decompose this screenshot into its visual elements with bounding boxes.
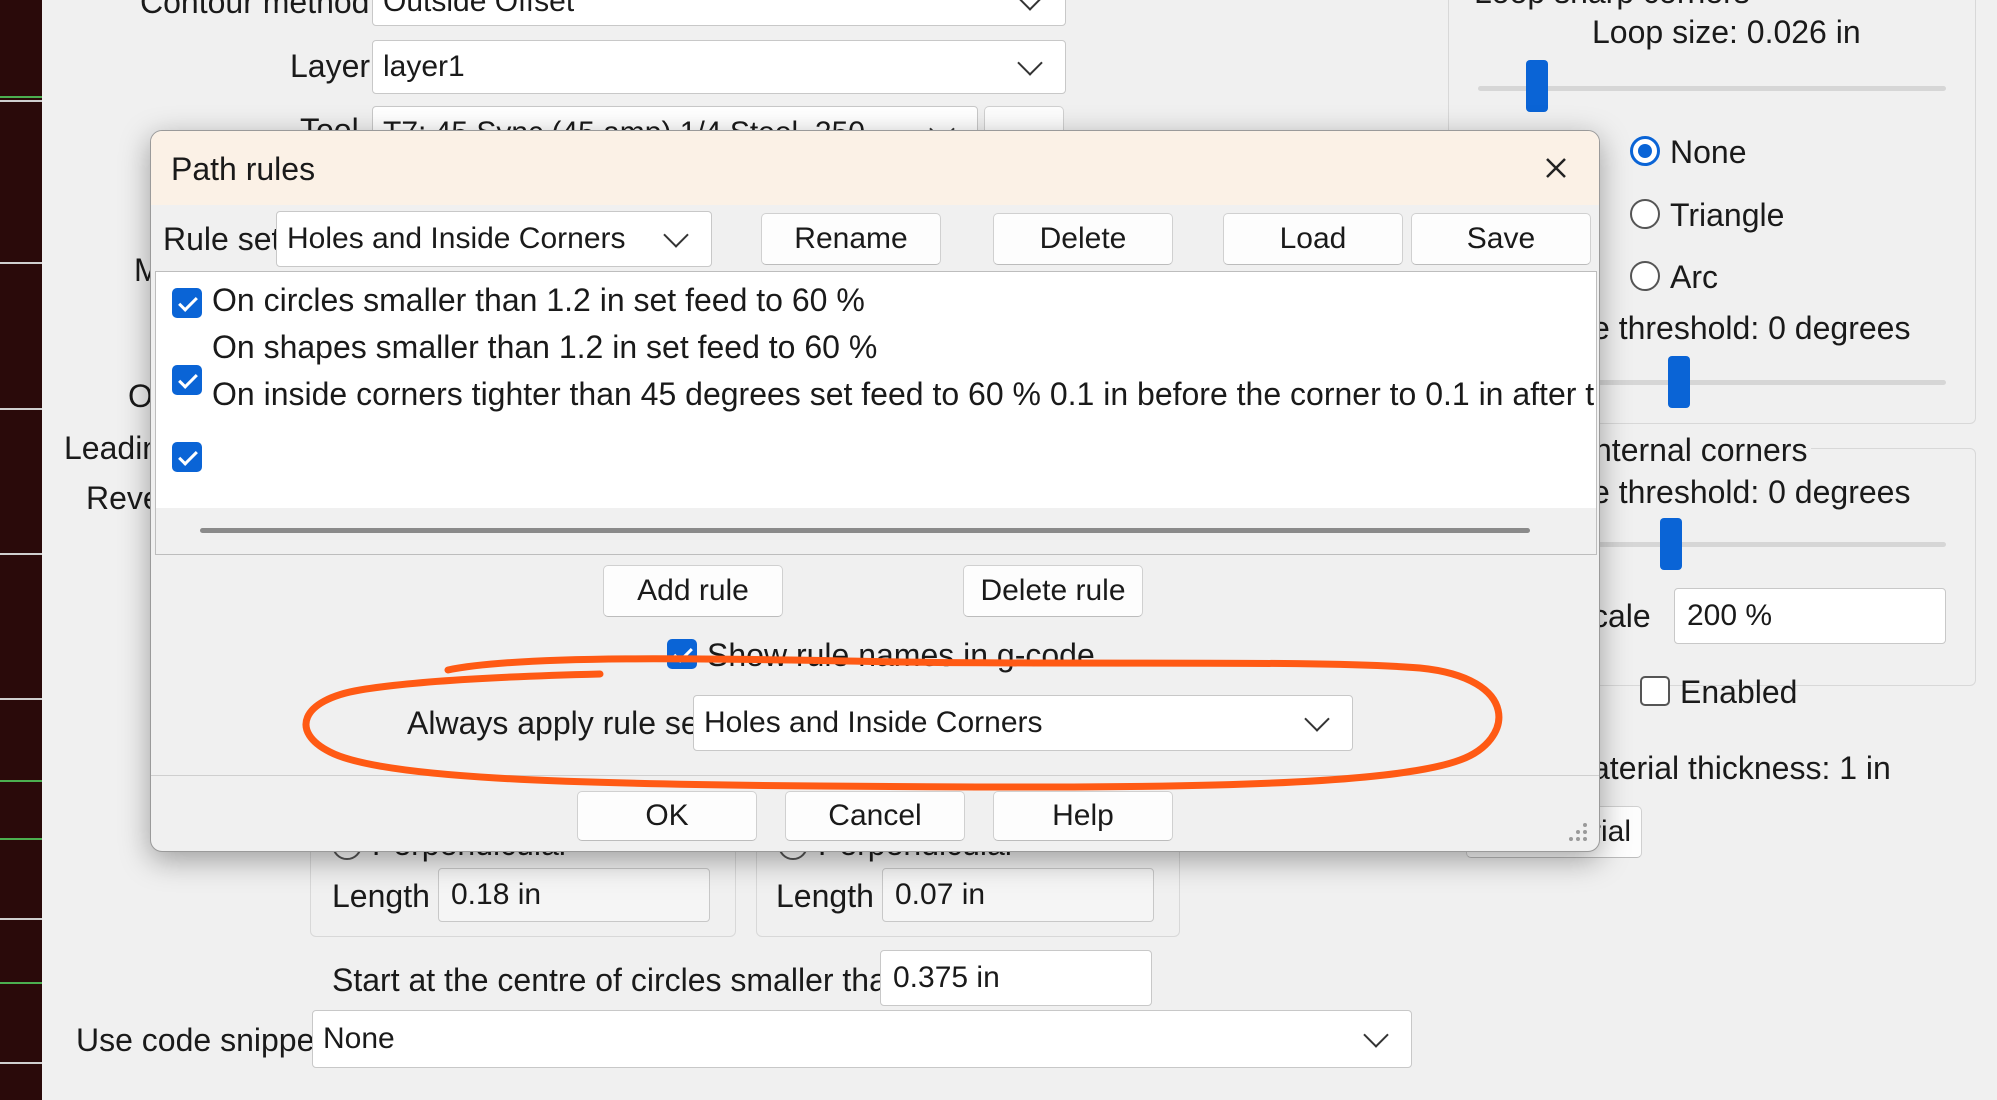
dialog-title: Path rules — [171, 151, 316, 187]
horizontal-scrollbar[interactable] — [156, 508, 1596, 554]
rename-button[interactable]: Rename — [761, 213, 941, 265]
loop-size-slider-thumb[interactable] — [1526, 60, 1548, 112]
material-thickness-label: aterial thickness: 1 in — [1592, 750, 1891, 786]
centre-circles-label: Start at the centre of circles smaller t… — [332, 962, 905, 998]
leadin-length-field[interactable]: 0.18 in — [438, 868, 710, 922]
scale-label: cale — [1592, 598, 1651, 634]
enabled-label: Enabled — [1680, 674, 1798, 710]
threshold-1-slider-track[interactable] — [1592, 380, 1946, 385]
layer-select[interactable]: layer1 — [372, 40, 1066, 94]
show-rule-names-checkbox[interactable] — [667, 639, 697, 669]
dialog-title-bar[interactable] — [151, 131, 1599, 205]
code-snippet-select[interactable]: None — [312, 1010, 1412, 1068]
resize-grip-icon[interactable] — [1565, 819, 1589, 843]
scrollbar-thumb[interactable] — [200, 528, 1530, 533]
chevron-down-icon — [1363, 1022, 1389, 1048]
contour-method-label: Contour method — [140, 0, 370, 20]
rule-1-checkbox[interactable] — [172, 288, 202, 318]
radio-none[interactable] — [1630, 136, 1660, 166]
delete-button[interactable]: Delete — [993, 213, 1173, 265]
rules-list[interactable]: On circles smaller than 1.2 in set feed … — [155, 271, 1597, 555]
close-icon[interactable] — [1541, 153, 1571, 183]
rule-3-text[interactable]: On inside corners tighter than 45 degree… — [212, 376, 1596, 413]
centre-circles-field[interactable]: 0.375 in — [880, 950, 1152, 1006]
contour-method-select[interactable]: Outside Offset — [372, 0, 1066, 26]
chevron-down-icon — [1017, 50, 1043, 76]
angle-threshold-1-label: e threshold: 0 degrees — [1592, 310, 1911, 346]
chevron-down-icon — [663, 222, 689, 248]
drawing-canvas-edge[interactable] — [0, 0, 42, 1100]
add-rule-button[interactable]: Add rule — [603, 565, 783, 617]
contour-method-value: Outside Offset — [383, 0, 575, 18]
loop-size-slider-track[interactable] — [1478, 86, 1946, 91]
chevron-down-icon — [1017, 0, 1043, 11]
footer-divider — [151, 775, 1599, 776]
loop-size-label: Loop size: 0.026 in — [1592, 14, 1861, 50]
radio-none-label: None — [1670, 134, 1747, 170]
leadin-label: Leadin — [64, 430, 161, 466]
cancel-button[interactable]: Cancel — [785, 791, 965, 841]
code-snippet-label: Use code snippet — [76, 1022, 324, 1058]
always-apply-value: Holes and Inside Corners — [704, 706, 1043, 739]
save-button[interactable]: Save — [1411, 213, 1591, 265]
layer-value: layer1 — [383, 50, 465, 83]
rule-3-checkbox[interactable] — [172, 442, 202, 472]
threshold-2-slider-track[interactable] — [1592, 542, 1946, 547]
chevron-down-icon — [1304, 706, 1330, 732]
rule-2-checkbox[interactable] — [172, 365, 202, 395]
always-apply-select[interactable]: Holes and Inside Corners — [693, 695, 1353, 751]
code-snippet-value: None — [323, 1022, 395, 1055]
always-apply-label: Always apply rule set — [407, 705, 708, 741]
loop-corners-title: Loop sharp corners — [1470, 0, 1754, 11]
leadout-length-field[interactable]: 0.07 in — [882, 868, 1154, 922]
rule-set-value: Holes and Inside Corners — [287, 222, 626, 255]
radio-arc[interactable] — [1630, 261, 1660, 291]
load-button[interactable]: Load — [1223, 213, 1403, 265]
radio-arc-label: Arc — [1670, 259, 1718, 295]
radio-triangle-label: Triangle — [1670, 197, 1785, 233]
rule-set-label: Rule set — [163, 221, 281, 257]
layer-label: Layer — [290, 48, 371, 84]
rule-1-text[interactable]: On circles smaller than 1.2 in set feed … — [212, 282, 865, 319]
ok-button[interactable]: OK — [577, 791, 757, 841]
threshold-1-slider-thumb[interactable] — [1668, 356, 1690, 408]
scale-field[interactable]: 200 % — [1674, 588, 1946, 644]
angle-threshold-2-label: e threshold: 0 degrees — [1592, 474, 1911, 510]
help-button[interactable]: Help — [993, 791, 1173, 841]
threshold-2-slider-thumb[interactable] — [1660, 518, 1682, 570]
path-rules-dialog: Path rules Rule set Holes and Inside Cor… — [150, 130, 1600, 852]
show-rule-names-label: Show rule names in g-code — [707, 637, 1095, 673]
delete-rule-button[interactable]: Delete rule — [963, 565, 1143, 617]
leadin-length-label: Length — [332, 878, 430, 914]
rule-set-select[interactable]: Holes and Inside Corners — [276, 211, 712, 267]
leadout-length-label: Length — [776, 878, 874, 914]
enabled-checkbox[interactable] — [1640, 676, 1670, 706]
radio-triangle[interactable] — [1630, 199, 1660, 229]
internal-corners-title: nternal corners — [1590, 432, 1812, 469]
rule-2-text[interactable]: On shapes smaller than 1.2 in set feed t… — [212, 329, 877, 366]
